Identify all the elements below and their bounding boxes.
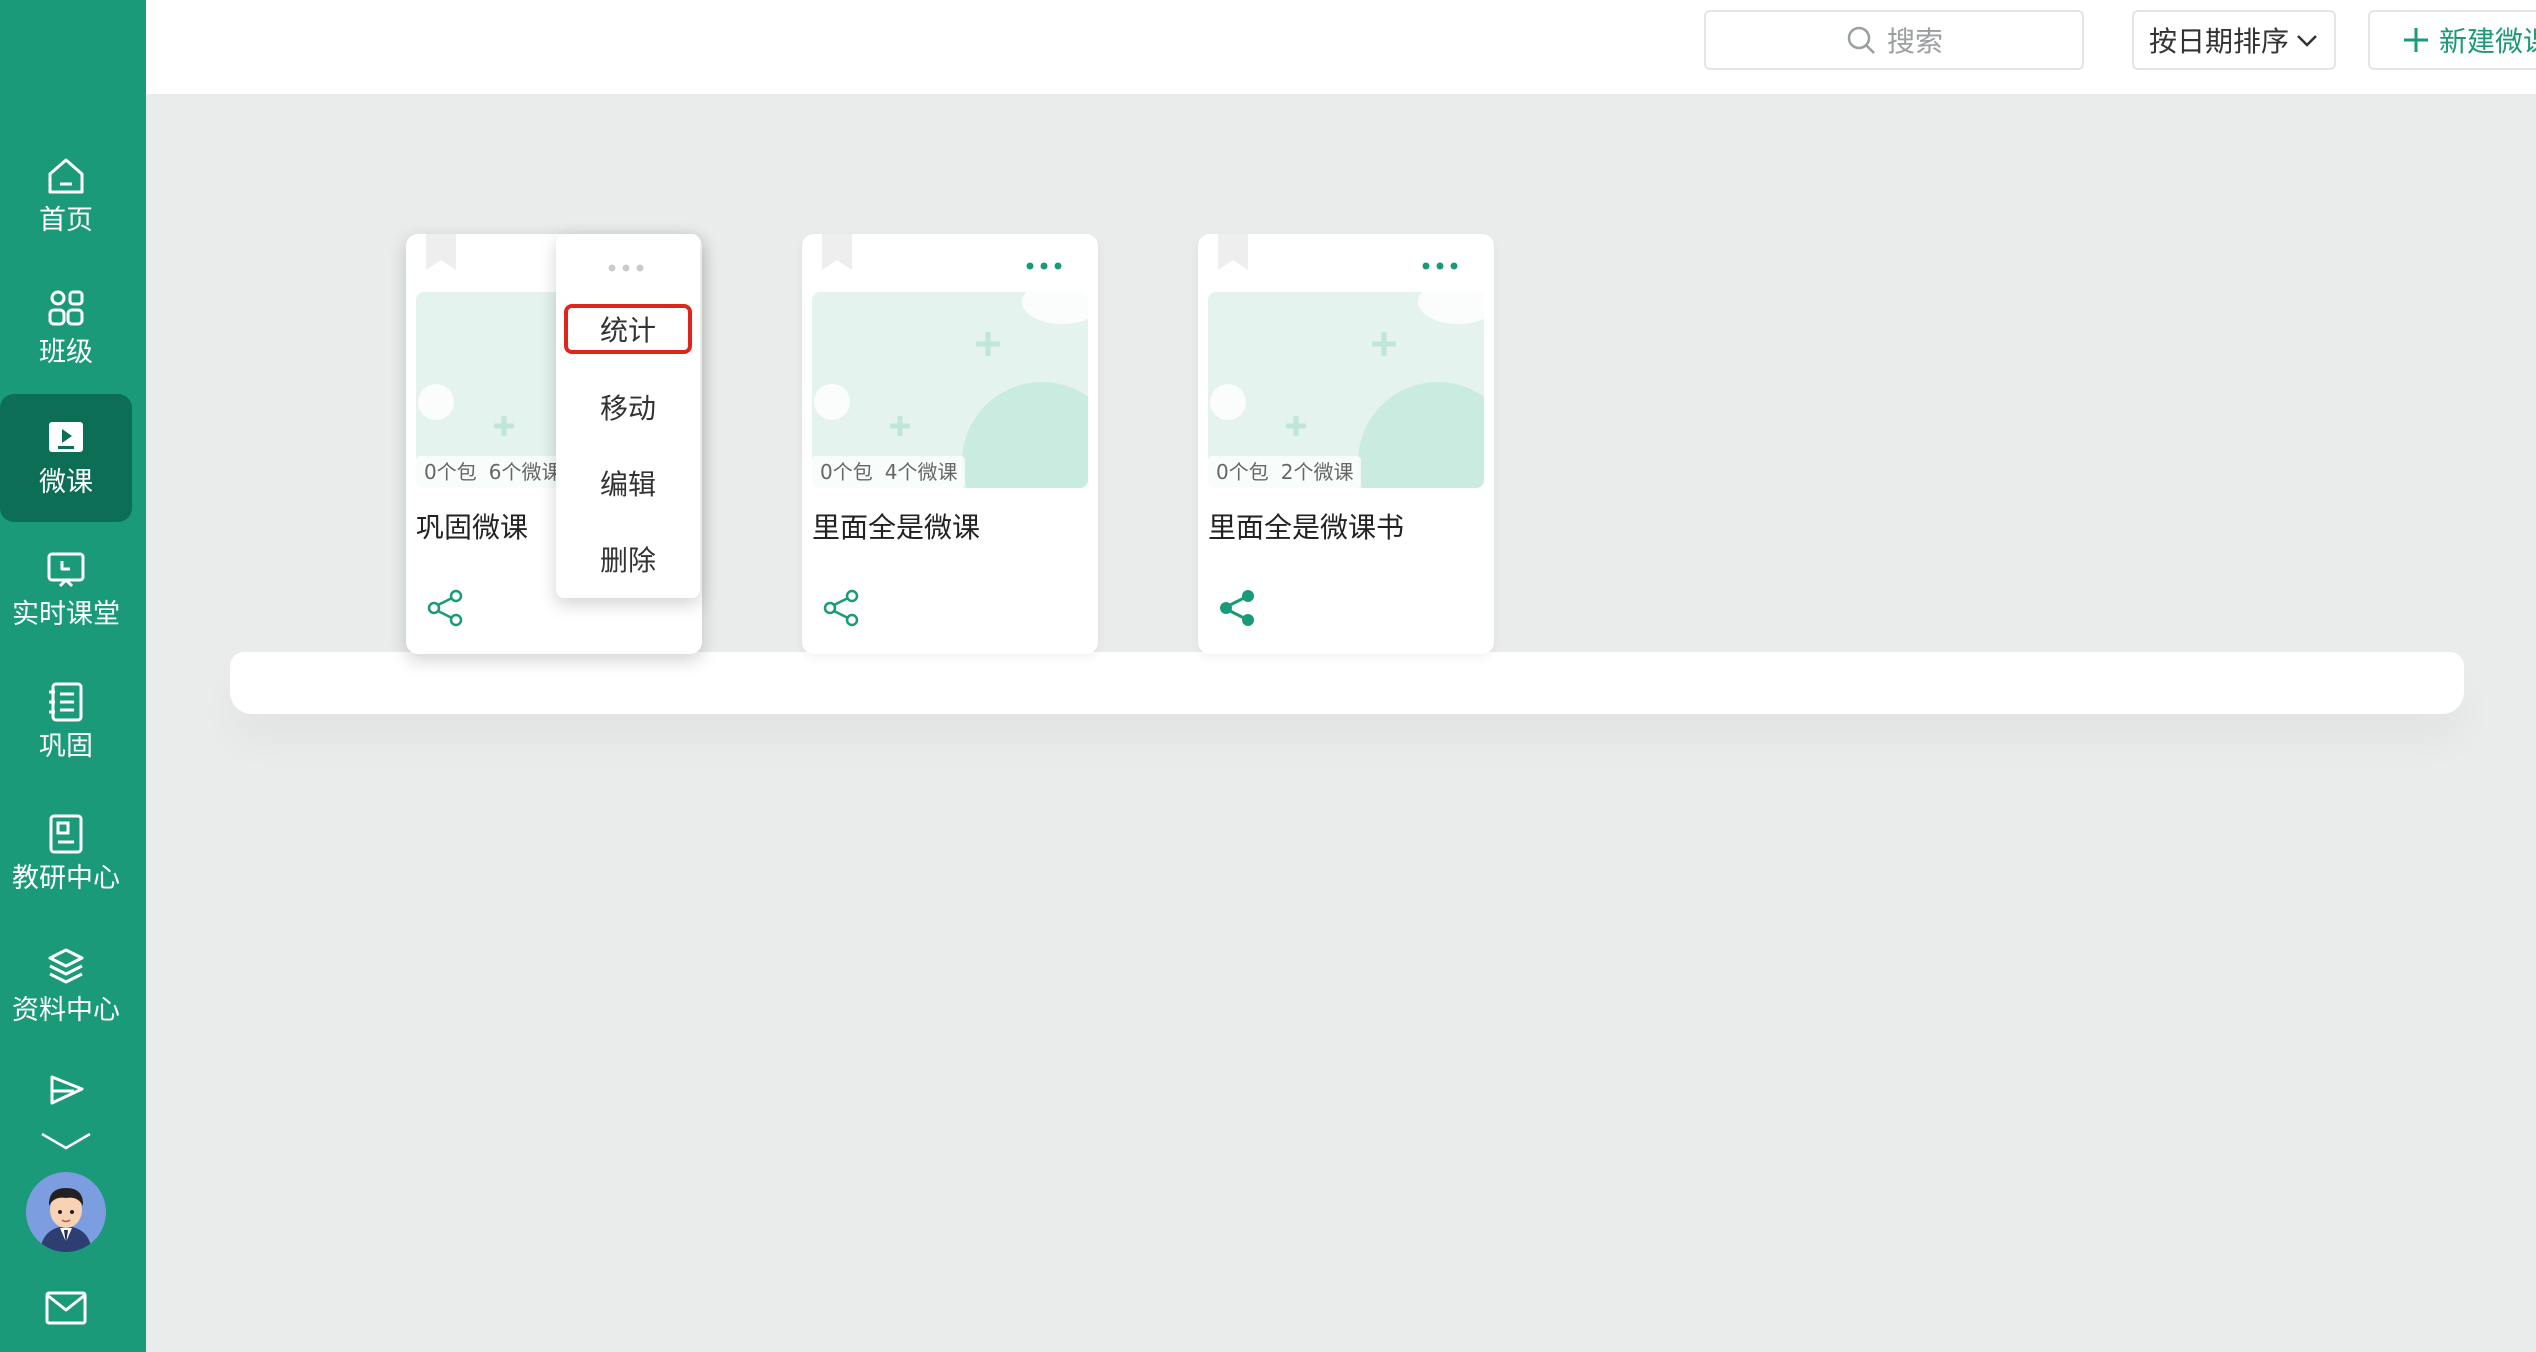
lesson-count: 6个微课 bbox=[488, 460, 562, 484]
new-button-label: 新建微课包 bbox=[2438, 25, 2536, 58]
package-count: 0个包 bbox=[820, 460, 873, 484]
card-title: 巩固微课 bbox=[416, 511, 529, 544]
research-icon bbox=[49, 814, 83, 854]
sidebar-item-research[interactable]: 教研中心 bbox=[0, 790, 132, 918]
bookshelf bbox=[230, 652, 2464, 714]
chevron-down-icon[interactable] bbox=[40, 1130, 92, 1154]
more-options-icon[interactable] bbox=[1024, 258, 1064, 274]
sidebar-item-live-classroom[interactable]: 实时课堂 bbox=[0, 526, 132, 654]
sidebar-item-label: 巩固 bbox=[39, 731, 93, 762]
lesson-count: 2个微课 bbox=[1280, 460, 1354, 484]
search-input[interactable]: 搜索 bbox=[1704, 10, 2084, 70]
sort-dropdown[interactable]: 按日期排序 bbox=[2132, 10, 2336, 70]
search-icon bbox=[1847, 26, 1875, 54]
sidebar-item-label: 首页 bbox=[39, 205, 93, 236]
top-bar: 搜索 按日期排序 新建微课包 bbox=[146, 0, 2536, 94]
sidebar-item-micro-lesson[interactable]: 微课 bbox=[0, 394, 132, 522]
count-badge: 0个包 2个微课 bbox=[1208, 456, 1362, 488]
bookmark-icon bbox=[426, 234, 456, 270]
menu-item-move[interactable]: 移动 bbox=[564, 382, 692, 432]
class-icon bbox=[48, 290, 84, 326]
user-avatar-icon bbox=[26, 1172, 106, 1252]
sidebar: 首页 班级 微课 实时课堂 巩固 教研中心 资料中心 bbox=[0, 0, 146, 1352]
menu-item-statistics[interactable]: 统计 bbox=[564, 304, 692, 354]
micro-lesson-package-card[interactable]: 0个包 2个微课 里面全是微课书 bbox=[1198, 234, 1494, 654]
count-badge: 0个包 6个微课 bbox=[416, 456, 566, 488]
sidebar-item-class[interactable]: 班级 bbox=[0, 264, 132, 392]
more-options-icon[interactable] bbox=[1420, 258, 1460, 274]
bookmark-icon bbox=[822, 234, 852, 270]
sidebar-item-resources[interactable]: 资料中心 bbox=[0, 922, 132, 1050]
more-options-icon[interactable] bbox=[606, 260, 646, 276]
sidebar-item-label: 微课 bbox=[39, 467, 93, 498]
layers-icon bbox=[48, 948, 84, 984]
card-title: 里面全是微课 bbox=[812, 511, 981, 544]
package-count: 0个包 bbox=[424, 460, 477, 484]
package-count: 0个包 bbox=[1216, 460, 1269, 484]
consolidate-icon bbox=[49, 682, 83, 722]
sidebar-item-home[interactable]: 首页 bbox=[0, 132, 132, 260]
micro-lesson-package-card[interactable]: 0个包 4个微课 里面全是微课 bbox=[802, 234, 1098, 654]
share-icon[interactable] bbox=[426, 588, 466, 628]
send-icon bbox=[50, 1075, 84, 1105]
search-placeholder: 搜索 bbox=[1886, 25, 1943, 58]
sidebar-item-label: 实时课堂 bbox=[12, 599, 120, 630]
live-classroom-icon bbox=[47, 552, 85, 588]
plus-icon bbox=[2403, 28, 2428, 52]
micro-lesson-icon bbox=[49, 422, 83, 452]
sidebar-item-label: 资料中心 bbox=[12, 995, 120, 1026]
menu-item-edit[interactable]: 编辑 bbox=[564, 458, 692, 508]
avatar[interactable] bbox=[26, 1172, 106, 1252]
sort-label: 按日期排序 bbox=[2148, 25, 2289, 58]
menu-item-delete[interactable]: 删除 bbox=[564, 534, 692, 584]
sidebar-item-label: 教研中心 bbox=[12, 863, 120, 894]
new-micro-lesson-package-button[interactable]: 新建微课包 bbox=[2368, 10, 2536, 70]
share-icon[interactable] bbox=[1218, 588, 1258, 628]
sidebar-item-label: 班级 bbox=[39, 337, 93, 368]
mail-icon[interactable] bbox=[44, 1290, 88, 1326]
sidebar-item-send[interactable] bbox=[0, 1054, 132, 1134]
chevron-down-icon bbox=[2297, 35, 2317, 47]
bookmark-icon bbox=[1218, 234, 1248, 270]
sidebar-item-consolidate[interactable]: 巩固 bbox=[0, 658, 132, 786]
card-context-menu: 统计 移动 编辑 删除 bbox=[556, 234, 700, 598]
share-icon[interactable] bbox=[822, 588, 862, 628]
home-icon bbox=[48, 158, 84, 194]
card-title: 里面全是微课书 bbox=[1208, 511, 1405, 544]
count-badge: 0个包 4个微课 bbox=[812, 456, 966, 488]
lesson-count: 4个微课 bbox=[884, 460, 958, 484]
